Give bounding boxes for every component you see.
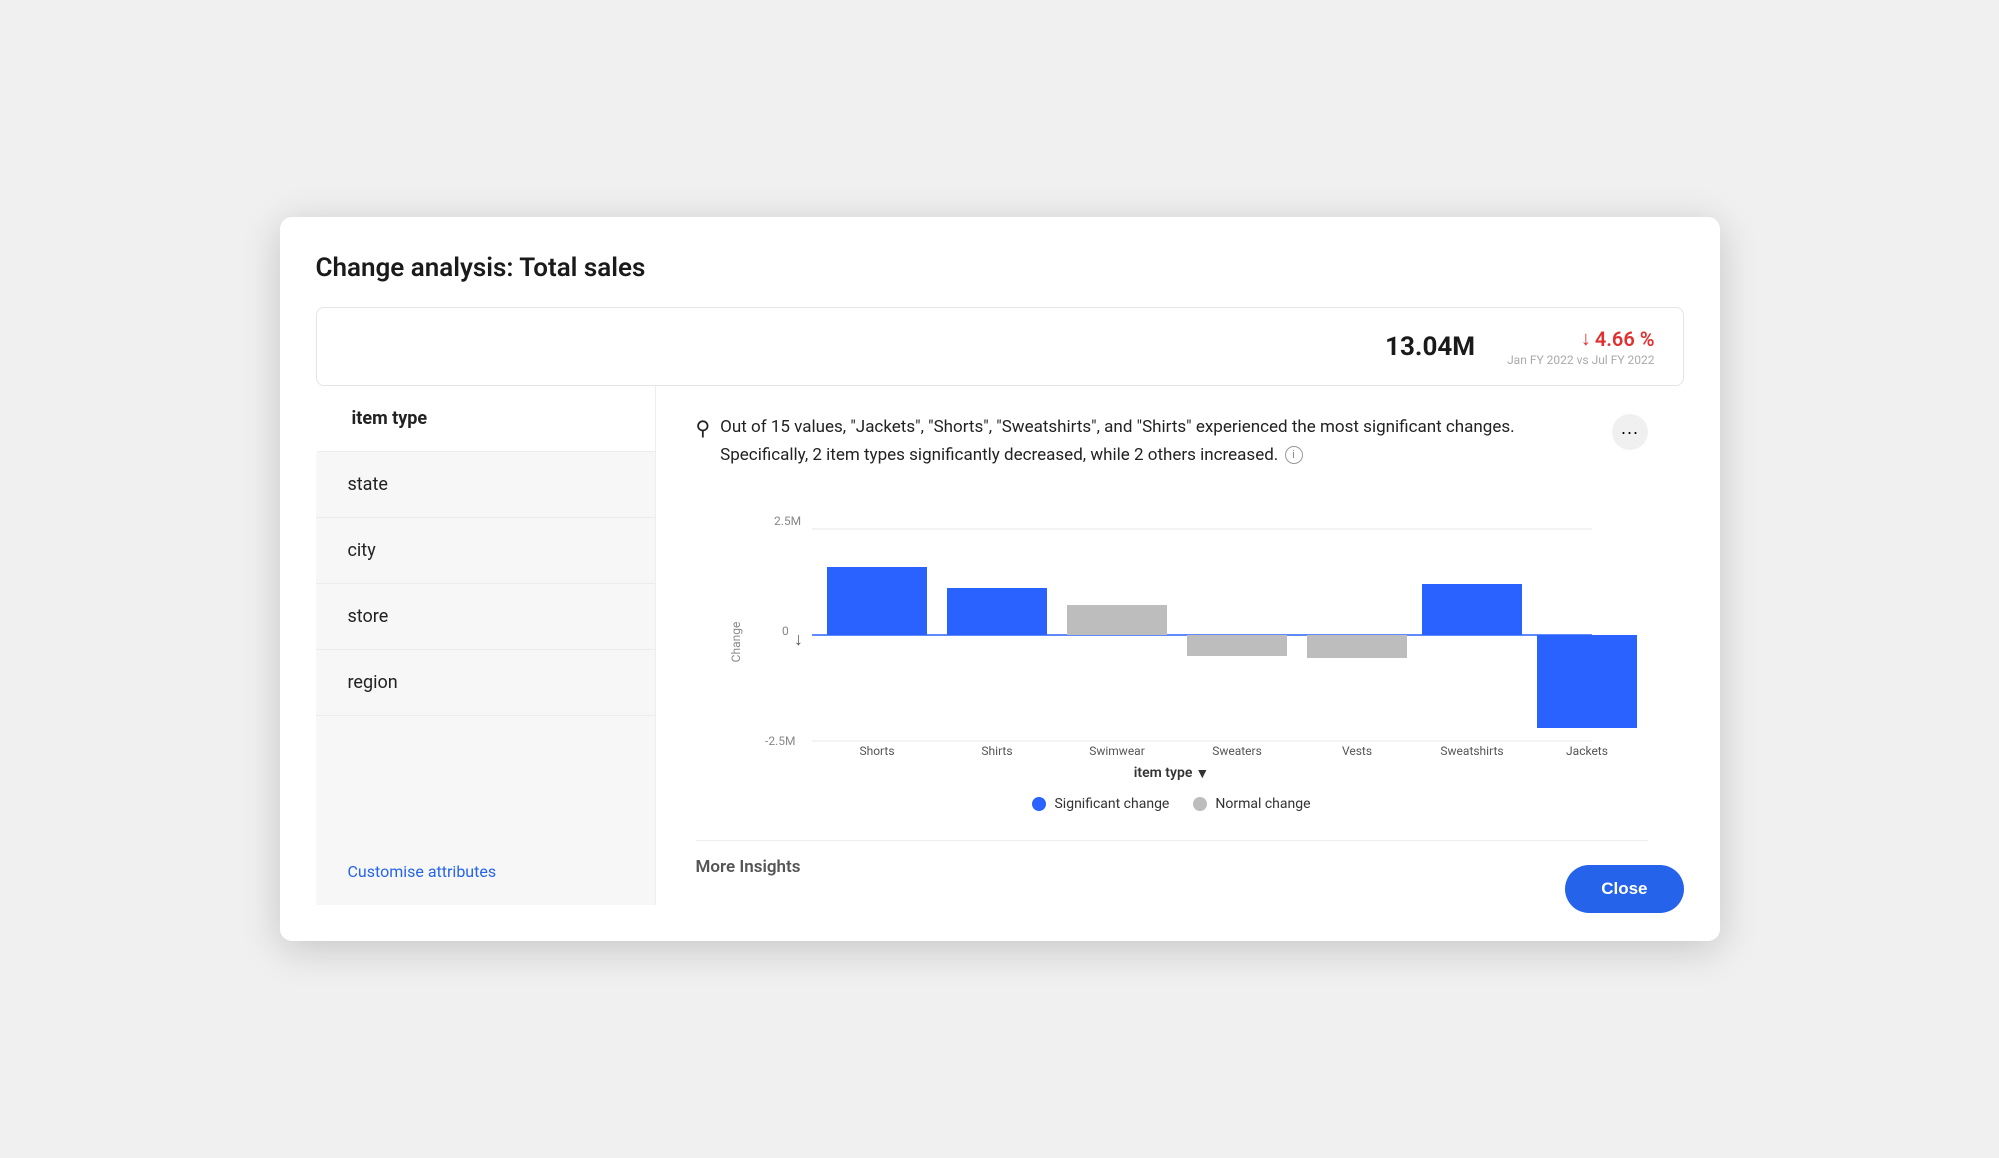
- chart-x-title: item type ▼: [696, 765, 1648, 782]
- content-area: item type state city store region Custom…: [316, 386, 1684, 904]
- bar-shirts: [947, 588, 1047, 635]
- x-label-vests: Vests: [1341, 744, 1371, 757]
- sidebar-item-city[interactable]: city: [316, 518, 655, 584]
- legend-significant-label: Significant change: [1054, 796, 1169, 812]
- sidebar-item-item-type[interactable]: item type: [316, 386, 655, 452]
- modal-overlay: Change analysis: Total sales 13.04M ↓ 4.…: [280, 217, 1720, 940]
- x-label-shirts: Shirts: [981, 744, 1012, 757]
- chart-svg: 2.5M 0 -2.5M Change ↓ Sh: [696, 497, 1648, 757]
- chart-legend: Significant change Normal change: [696, 796, 1648, 812]
- close-button[interactable]: Close: [1565, 865, 1683, 913]
- page-title: Change analysis: Total sales: [316, 253, 1684, 283]
- insight-text: Out of 15 values, "Jackets", "Shorts", "…: [720, 414, 1601, 468]
- bar-sweatshirts: [1422, 584, 1522, 635]
- x-label-jackets: Jackets: [1566, 744, 1608, 757]
- y-label-bot: -2.5M: [765, 734, 795, 748]
- more-insights[interactable]: More Insights: [696, 840, 1648, 877]
- info-icon[interactable]: i: [1285, 446, 1303, 464]
- main-panel: ⚲ Out of 15 values, "Jackets", "Shorts",…: [656, 386, 1684, 904]
- sidebar-item-state[interactable]: state: [316, 452, 655, 518]
- metric-bar: 13.04M ↓ 4.66 % Jan FY 2022 vs Jul FY 20…: [316, 307, 1684, 386]
- sidebar: item type state city store region Custom…: [316, 386, 656, 904]
- y-label-top: 2.5M: [774, 514, 801, 528]
- change-arrow: ↓: [1581, 326, 1591, 351]
- sidebar-item-region[interactable]: region: [316, 650, 655, 716]
- more-options-button[interactable]: ···: [1612, 414, 1648, 450]
- legend-significant: Significant change: [1032, 796, 1169, 812]
- bar-shorts: [827, 567, 927, 635]
- metric-value: 13.04M: [1385, 332, 1475, 362]
- x-label-swimwear: Swimwear: [1089, 744, 1145, 757]
- legend-significant-dot: [1032, 797, 1046, 811]
- bar-swimwear: [1067, 605, 1167, 635]
- insight-row: ⚲ Out of 15 values, "Jackets", "Shorts",…: [696, 414, 1648, 468]
- legend-normal: Normal change: [1193, 796, 1310, 812]
- dropdown-chevron-icon: ▼: [1195, 765, 1209, 782]
- x-label-sweatshirts: Sweatshirts: [1440, 744, 1503, 757]
- chart-container: 2.5M 0 -2.5M Change ↓ Sh: [696, 497, 1648, 812]
- bar-jackets: [1537, 635, 1637, 728]
- down-arrow-indicator: ↓: [794, 629, 803, 650]
- chart-x-dropdown[interactable]: item type ▼: [1134, 765, 1209, 782]
- metric-pct: ↓ 4.66 %: [1581, 326, 1655, 351]
- bar-vests: [1307, 635, 1407, 658]
- y-label-mid: 0: [782, 624, 789, 638]
- bar-sweaters: [1187, 635, 1287, 656]
- y-axis-label: Change: [729, 621, 743, 662]
- sidebar-item-store[interactable]: store: [316, 584, 655, 650]
- metric-change: ↓ 4.66 % Jan FY 2022 vs Jul FY 2022: [1507, 326, 1654, 367]
- legend-normal-dot: [1193, 797, 1207, 811]
- x-label-shorts: Shorts: [859, 744, 894, 757]
- x-label-sweaters: Sweaters: [1212, 744, 1262, 757]
- metric-period: Jan FY 2022 vs Jul FY 2022: [1507, 353, 1654, 367]
- customise-attributes-link[interactable]: Customise attributes: [316, 834, 655, 881]
- legend-normal-label: Normal change: [1215, 796, 1310, 812]
- insight-icon: ⚲: [696, 416, 711, 440]
